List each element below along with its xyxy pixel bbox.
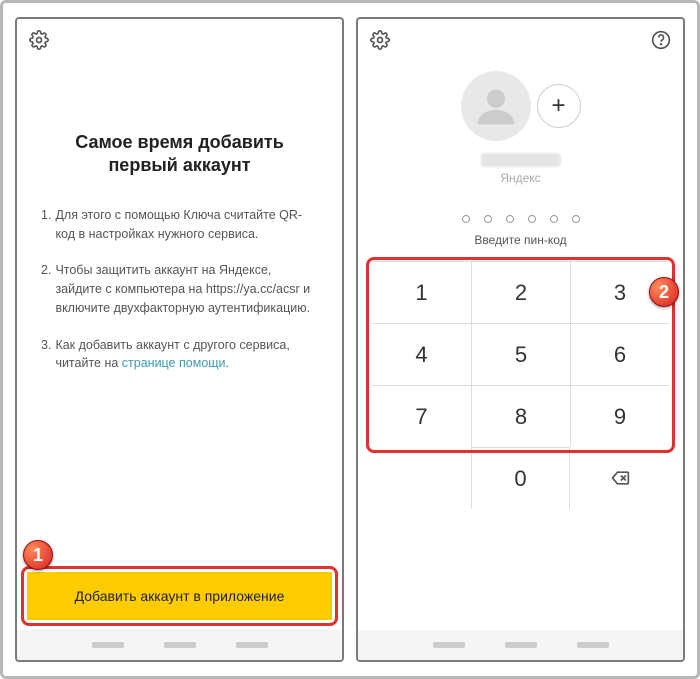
keypad: 1 2 3 4 5 6 7 8 9 0 bbox=[372, 261, 669, 509]
add-account-button[interactable]: Добавить аккаунт в приложение bbox=[27, 572, 332, 620]
key-1[interactable]: 1 bbox=[372, 261, 471, 323]
screen-pin-entry: + Яндекс Введите пин-код 1 2 3 4 5 6 7 8… bbox=[356, 17, 685, 662]
step-3: 3. Как добавить аккаунт с другого сервис… bbox=[41, 336, 318, 374]
topbar bbox=[17, 19, 342, 61]
account-name-blurred bbox=[481, 153, 561, 167]
topbar bbox=[358, 19, 683, 61]
key-9[interactable]: 9 bbox=[570, 385, 669, 447]
nav-recent[interactable] bbox=[577, 642, 609, 648]
gear-icon[interactable] bbox=[370, 30, 390, 50]
pin-hint: Введите пин-код bbox=[474, 233, 566, 247]
pin-content: + Яндекс Введите пин-код 1 2 3 4 5 6 7 8… bbox=[358, 61, 683, 630]
page-title: Самое время добавить первый аккаунт bbox=[41, 131, 318, 178]
annotation-badge-2: 2 bbox=[649, 277, 679, 307]
key-empty bbox=[372, 447, 471, 509]
key-5[interactable]: 5 bbox=[471, 323, 570, 385]
service-label: Яндекс bbox=[500, 171, 540, 185]
nav-back[interactable] bbox=[433, 642, 465, 648]
onboarding-content: Самое время добавить первый аккаунт 1. Д… bbox=[17, 61, 342, 562]
android-navbar bbox=[17, 630, 342, 660]
key-6[interactable]: 6 bbox=[570, 323, 669, 385]
key-backspace[interactable] bbox=[570, 447, 669, 509]
pin-dots bbox=[462, 215, 580, 223]
key-7[interactable]: 7 bbox=[372, 385, 471, 447]
step-2: 2. Чтобы защитить аккаунт на Яндексе, за… bbox=[41, 261, 318, 317]
nav-recent[interactable] bbox=[236, 642, 268, 648]
help-page-link[interactable]: странице помощи bbox=[122, 356, 226, 370]
key-4[interactable]: 4 bbox=[372, 323, 471, 385]
steps-list: 1. Для этого с помощью Ключа считайте QR… bbox=[41, 206, 318, 373]
key-0[interactable]: 0 bbox=[471, 447, 570, 509]
nav-home[interactable] bbox=[164, 642, 196, 648]
step-1: 1. Для этого с помощью Ключа считайте QR… bbox=[41, 206, 318, 244]
screen-add-account: Самое время добавить первый аккаунт 1. Д… bbox=[15, 17, 344, 662]
annotation-badge-1: 1 bbox=[23, 540, 53, 570]
help-icon[interactable] bbox=[651, 30, 671, 50]
nav-back[interactable] bbox=[92, 642, 124, 648]
gear-icon[interactable] bbox=[29, 30, 49, 50]
avatar[interactable] bbox=[461, 71, 531, 141]
add-account-icon[interactable]: + bbox=[537, 84, 581, 128]
key-8[interactable]: 8 bbox=[471, 385, 570, 447]
nav-home[interactable] bbox=[505, 642, 537, 648]
key-2[interactable]: 2 bbox=[471, 261, 570, 323]
android-navbar bbox=[358, 630, 683, 660]
